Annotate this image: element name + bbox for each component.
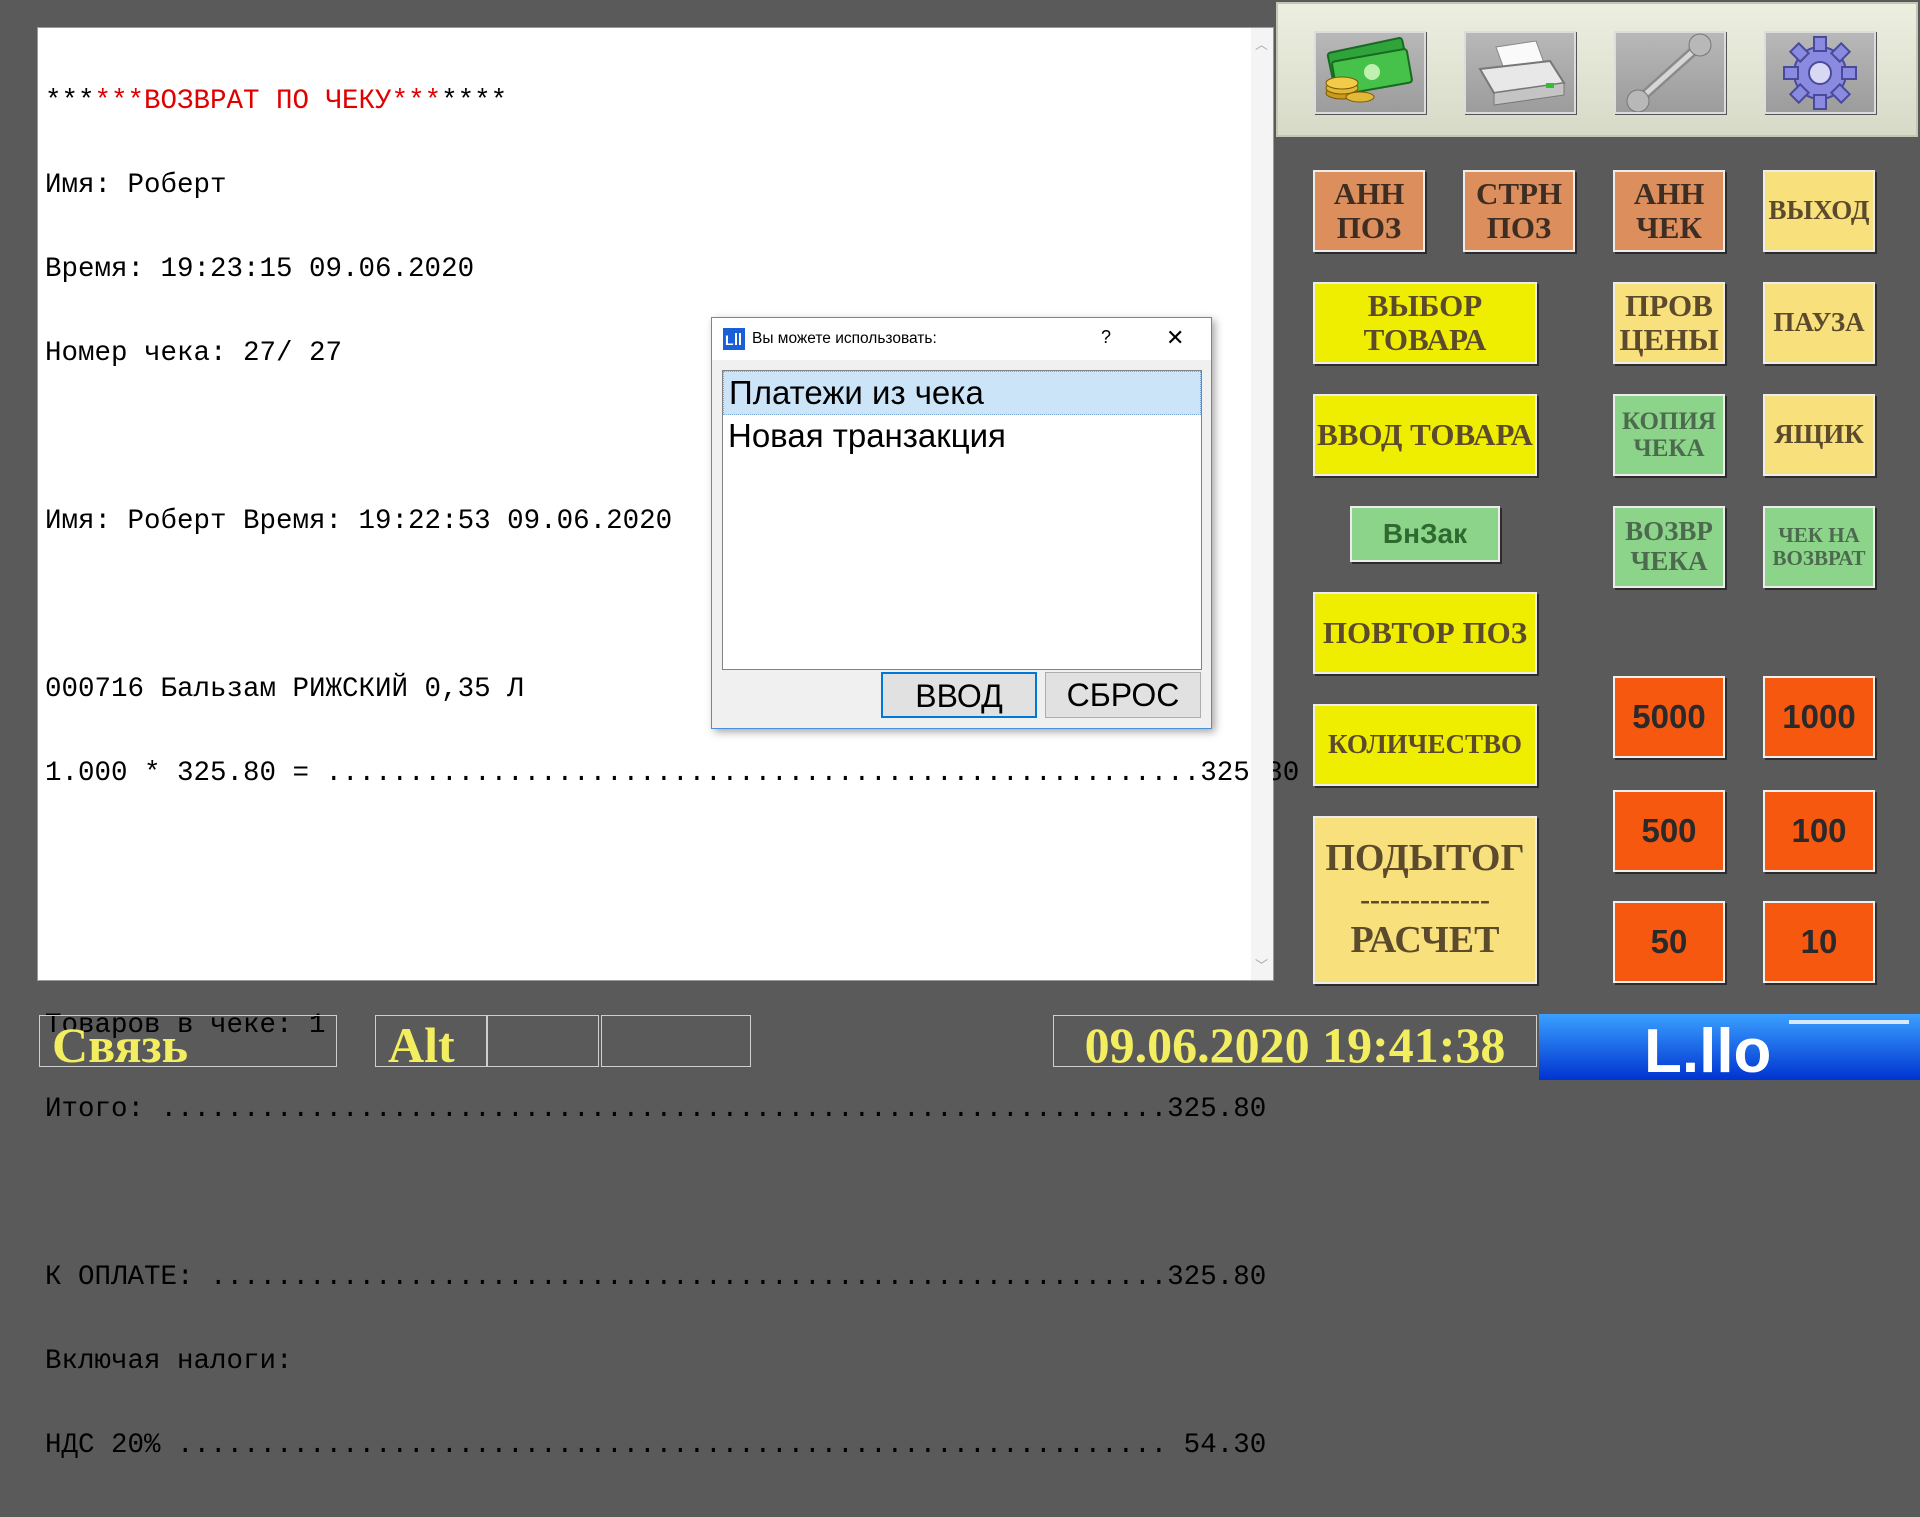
option-list[interactable]: Платежи из чека Новая транзакция	[722, 370, 1202, 670]
kolichestvo-button[interactable]: КОЛИЧЕСТВО	[1313, 704, 1537, 786]
close-icon[interactable]: ✕	[1166, 325, 1184, 351]
toolbar	[1276, 2, 1918, 137]
chek-na-vozvrat-button[interactable]: ЧЕК НА ВОЗВРАТ	[1763, 506, 1875, 588]
printer-icon	[1478, 40, 1566, 106]
receipt-text: ******ВОЗВРАТ ПО ЧЕКУ******* Имя: Роберт…	[45, 32, 1300, 1516]
dialog-titlebar[interactable]: L Вы можете использовать: ? ✕	[712, 318, 1211, 360]
yashchik-button[interactable]: ЯЩИК	[1763, 394, 1875, 476]
app-logo-icon: L	[723, 328, 745, 350]
pause-button[interactable]: ПАУЗА	[1763, 282, 1875, 364]
vnzak-button[interactable]: ВнЗак	[1350, 506, 1500, 562]
receipt-line: Включая налоги:	[45, 1346, 293, 1377]
receipt-line: Итого: .................................…	[45, 1094, 1267, 1125]
receipt-header-line: ******ВОЗВРАТ ПО ЧЕКУ*******	[45, 86, 508, 117]
strn-poz-button[interactable]: СТРН ПОЗ	[1463, 170, 1575, 252]
printer-button[interactable]	[1464, 31, 1576, 114]
kopiya-cheka-button[interactable]: КОПИЯ ЧЕКА	[1613, 394, 1725, 476]
prov-ceny-button[interactable]: ПРОВ ЦЕНЫ	[1613, 282, 1725, 364]
cash-button[interactable]	[1314, 31, 1426, 114]
logo: L.llo	[1539, 1014, 1920, 1080]
dialog-title: Вы можете использовать:	[752, 330, 937, 347]
money-500-button[interactable]: 500	[1613, 790, 1725, 872]
money-50-button[interactable]: 50	[1613, 901, 1725, 983]
exit-button[interactable]: ВЫХОД	[1763, 170, 1875, 252]
svg-text:L: L	[725, 332, 734, 348]
wrench-icon	[1626, 33, 1712, 113]
logo-text: L.llo	[1644, 1017, 1771, 1080]
receipt-line	[45, 928, 1245, 956]
money-10-button[interactable]: 10	[1763, 901, 1875, 983]
money-5000-button[interactable]: 5000	[1613, 676, 1725, 758]
money-icon	[1325, 37, 1413, 103]
connection-status: Связь	[39, 1015, 337, 1067]
receipt-line	[45, 844, 1245, 872]
vvod-tovara-button[interactable]: ВВОД ТОВАРА	[1313, 394, 1537, 476]
config-button[interactable]	[1764, 31, 1876, 114]
choice-dialog: L Вы можете использовать: ? ✕ Платежи из…	[711, 317, 1212, 729]
settings-tools-button[interactable]	[1614, 31, 1726, 114]
ann-poz-button[interactable]: АНН ПОЗ	[1313, 170, 1425, 252]
status-slot-empty-2	[601, 1015, 751, 1067]
vozvr-cheka-button[interactable]: ВОЗВР ЧЕКА	[1613, 506, 1725, 588]
receipt-line: Имя: Роберт	[45, 170, 227, 201]
logo-icon: L.llo	[1644, 1017, 1909, 1080]
list-item-payments-from-check[interactable]: Платежи из чека	[723, 371, 1201, 415]
podytog-separator: -------------	[1360, 883, 1490, 916]
receipt-line	[45, 1180, 1245, 1208]
podytog-label: ПОДЫТОГ	[1325, 837, 1525, 880]
help-icon[interactable]: ?	[1101, 327, 1111, 348]
money-1000-button[interactable]: 1000	[1763, 676, 1875, 758]
receipt-line: К ОПЛАТЕ: ..............................…	[45, 1262, 1267, 1293]
list-item-new-transaction[interactable]: Новая транзакция	[723, 415, 1201, 457]
scroll-down-icon[interactable]: ﹀	[1255, 955, 1268, 974]
receipt-line: НДС 20% ................................…	[45, 1430, 1267, 1461]
reset-button[interactable]: СБРОС	[1045, 672, 1201, 718]
vybor-tovara-button[interactable]: ВЫБОР ТОВАРА	[1313, 282, 1537, 364]
receipt-line: Время: 19:23:15 09.06.2020	[45, 254, 475, 285]
receipt-scrollbar[interactable]: ︿ ﹀	[1251, 28, 1273, 980]
povtor-poz-button[interactable]: ПОВТОР ПОЗ	[1313, 592, 1537, 674]
alt-indicator: Alt	[375, 1015, 487, 1067]
receipt-line: 1.000 * 325.80 = .......................…	[45, 758, 1300, 789]
datetime-display: 09.06.2020 19:41:38	[1053, 1015, 1537, 1067]
raschet-label: РАСЧЕТ	[1350, 919, 1500, 961]
ann-chek-button[interactable]: АНН ЧЕК	[1613, 170, 1725, 252]
podytog-raschet-button[interactable]: ПОДЫТОГ ------------- РАСЧЕТ	[1313, 816, 1537, 984]
money-100-button[interactable]: 100	[1763, 790, 1875, 872]
status-slot-empty-1	[487, 1015, 599, 1067]
scroll-up-icon[interactable]: ︿	[1255, 34, 1268, 53]
gear-icon	[1783, 36, 1857, 110]
ok-button[interactable]: ВВОД	[881, 672, 1037, 718]
